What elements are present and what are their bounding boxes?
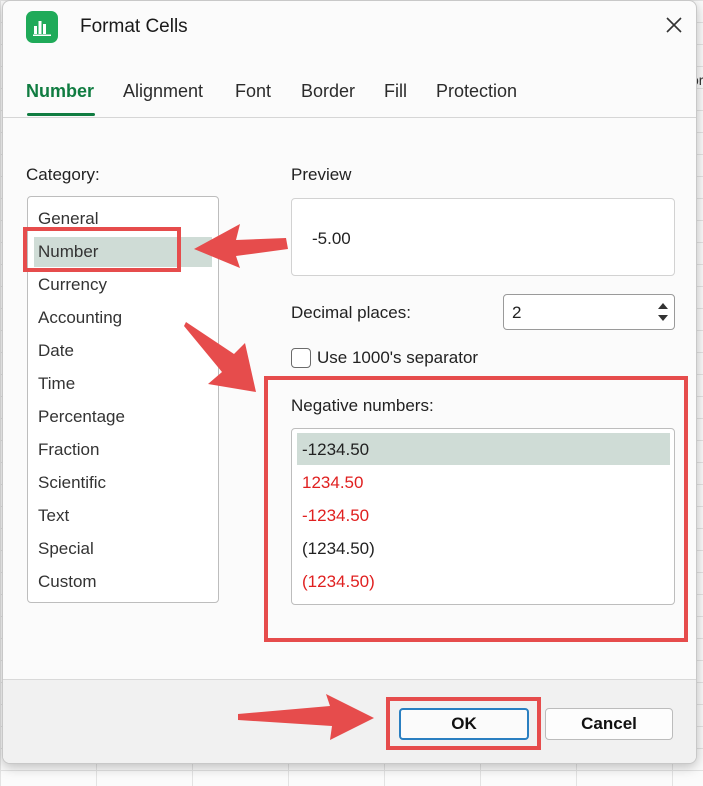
arrow-right-icon xyxy=(238,694,374,740)
arrow-left-icon xyxy=(194,224,288,268)
annotation-arrows xyxy=(184,224,374,740)
arrow-down-right-icon xyxy=(184,322,256,392)
